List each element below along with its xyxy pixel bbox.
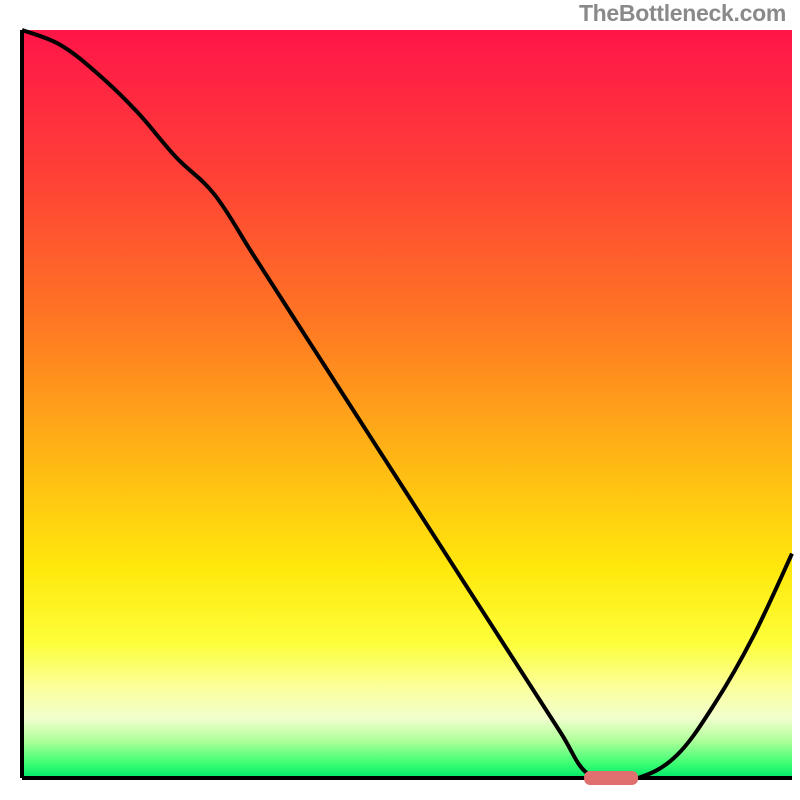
optimal-marker	[584, 771, 638, 785]
bottleneck-chart	[0, 0, 800, 800]
plot-background	[22, 30, 792, 778]
watermark-text: TheBottleneck.com	[579, 0, 786, 27]
